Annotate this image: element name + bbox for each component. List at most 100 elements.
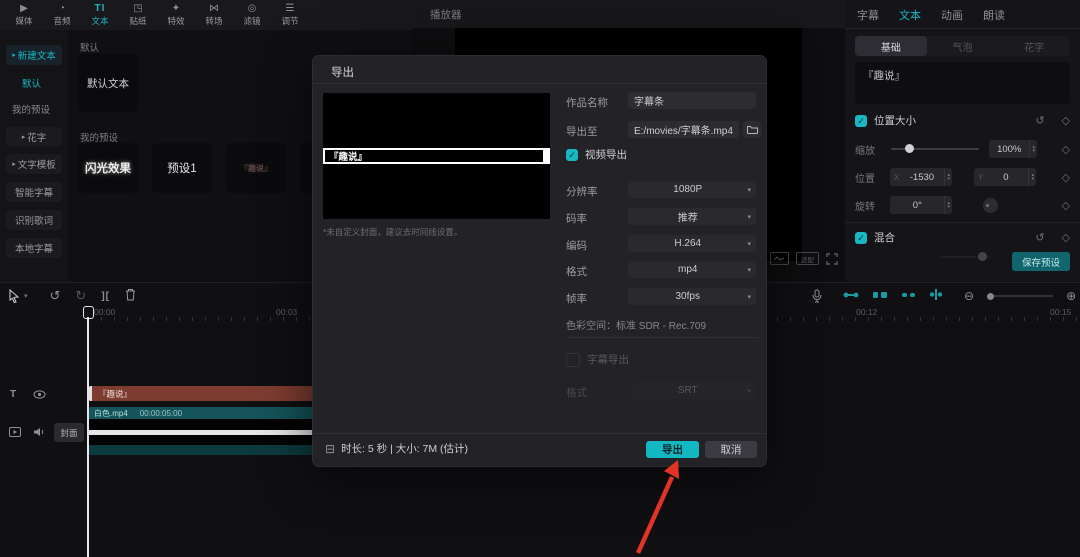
tab-audio-label: 音频 (53, 15, 70, 27)
cancel-button[interactable]: 取消 (705, 441, 757, 458)
chevron-down-icon: ▾ (747, 213, 756, 221)
keyframe-diamond-icon[interactable]: ◇ (1062, 171, 1070, 184)
sidebar-item-new-text[interactable]: ▸ 新建文本 (6, 45, 62, 65)
step-down-icon[interactable]: ▾ (947, 205, 950, 209)
cursor-select-icon[interactable] (8, 289, 21, 303)
tab-adjust[interactable]: ☰ 调节 (274, 3, 306, 27)
position-y-box[interactable]: Y 0 ▴▾ (974, 168, 1036, 186)
tab-text[interactable]: TI 文本 (84, 3, 116, 27)
y-stepper[interactable]: ▴▾ (1028, 168, 1036, 186)
browse-folder-button[interactable] (743, 121, 761, 138)
preset-card-qushuo[interactable]: 『趣说』 (226, 143, 286, 193)
sidebar-item-lyrics-recognition[interactable]: 识别歌词 (6, 210, 62, 230)
undo-icon[interactable]: ↺ (50, 288, 61, 304)
chevron-down-icon: ▾ (747, 387, 756, 395)
rotate-value-box[interactable]: 0° ▴▾ (890, 196, 952, 214)
tab-media[interactable]: ▶ 媒体 (8, 3, 40, 27)
tab-transition[interactable]: ⋈ 转场 (198, 3, 230, 27)
opacity-slider[interactable] (940, 256, 990, 258)
fullscreen-icon[interactable] (826, 253, 838, 265)
subtab-basic[interactable]: 基础 (855, 36, 927, 56)
step-down-icon[interactable]: ▾ (947, 177, 950, 181)
auto-snap-icon[interactable] (872, 290, 888, 303)
scale-value-box[interactable]: 100% ▴▾ (989, 140, 1037, 158)
timeline-zoom-out-icon[interactable]: ⊖ (964, 289, 974, 303)
linkage-icon[interactable] (901, 290, 916, 303)
reset-icon[interactable]: ↺ (1035, 114, 1044, 127)
video-export-checkbox[interactable]: ✓ (566, 149, 578, 161)
main-track-magnet-icon[interactable] (843, 290, 859, 303)
timeline-zoom-slider-handle[interactable] (987, 293, 994, 300)
position-size-checkbox[interactable]: ✓ (855, 115, 867, 127)
tab-audio[interactable]: ◔ 音频 (46, 3, 78, 27)
resolution-value: 1080P (628, 184, 747, 195)
filters-icon: ◎ (248, 3, 257, 14)
tab-reading[interactable]: 朗读 (983, 7, 1005, 23)
codec-dropdown[interactable]: H.264 ▾ (628, 235, 756, 252)
save-preset-button[interactable]: 保存预设 (1012, 252, 1070, 271)
tab-text-props[interactable]: 文本 (899, 7, 921, 23)
sidebar-item-my-presets[interactable]: 我的预设 (12, 102, 50, 116)
quality-badge-icon[interactable] (770, 252, 789, 265)
position-size-label: 位置大小 (874, 113, 916, 128)
mute-speaker-icon[interactable] (33, 427, 45, 437)
preview-axis-icon[interactable] (929, 289, 943, 303)
sidebar-item-default[interactable]: 默认 (22, 76, 41, 90)
timeline-zoom-in-icon[interactable]: ⊕ (1066, 289, 1076, 303)
reset-icon[interactable]: ↺ (1035, 231, 1044, 244)
keyframe-diamond-icon[interactable]: ◇ (1062, 114, 1070, 127)
text-clip-label: 『趣说』 (98, 388, 132, 400)
x-stepper[interactable]: ▴▾ (944, 168, 952, 186)
subtab-bubble[interactable]: 气泡 (927, 36, 999, 56)
preset-card-default-text[interactable]: 默认文本 (78, 54, 138, 112)
scale-slider-handle[interactable] (905, 144, 914, 153)
tab-subtitle[interactable]: 字幕 (857, 7, 879, 23)
delete-icon[interactable] (125, 288, 136, 304)
toggle-visibility-eye-icon[interactable] (33, 390, 46, 399)
format-dropdown[interactable]: mp4 ▾ (628, 261, 756, 278)
name-input[interactable]: 字幕条 (628, 92, 756, 109)
record-mic-icon[interactable] (812, 289, 822, 303)
cursor-mode-chevron-icon[interactable]: ▾ (24, 292, 28, 300)
timeline-zoom-slider[interactable] (987, 295, 1053, 297)
sidebar-item-smart-subtitle[interactable]: 智能字幕 (6, 182, 62, 202)
sidebar-item-huazi[interactable]: ▸ 花字 (6, 127, 62, 147)
tab-animation[interactable]: 动画 (941, 7, 963, 23)
preset-card-flash[interactable]: 闪光效果 (78, 143, 138, 193)
keyframe-diamond-icon[interactable]: ◇ (1062, 143, 1070, 156)
scale-stepper[interactable]: ▴▾ (1029, 140, 1037, 158)
keyframe-diamond-icon[interactable]: ◇ (1062, 199, 1070, 212)
text-content-input[interactable]: 『趣说』 (855, 62, 1070, 104)
redo-icon[interactable]: ↻ (75, 288, 86, 304)
tab-effects[interactable]: ✦ 特效 (160, 3, 192, 27)
rotate-dial[interactable] (983, 198, 998, 213)
split-icon[interactable]: ][ (101, 291, 110, 302)
position-label: 位置 (855, 170, 890, 185)
cover-button[interactable]: 封面 (54, 423, 84, 442)
tab-sticker[interactable]: ◳ 贴纸 (122, 3, 154, 27)
chevron-down-icon: ▾ (747, 293, 756, 301)
resolution-dropdown[interactable]: 1080P ▾ (628, 181, 756, 198)
export-info-text: 时长: 5 秒 | 大小: 7M (估计) (341, 441, 468, 456)
opacity-slider-handle[interactable] (978, 252, 987, 261)
subtab-huazi[interactable]: 花字 (998, 36, 1070, 56)
keyframe-diamond-icon[interactable]: ◇ (1062, 231, 1070, 244)
blend-checkbox[interactable]: ✓ (855, 232, 867, 244)
bitrate-dropdown[interactable]: 推荐 ▾ (628, 208, 756, 225)
clip-trim-handle-left[interactable] (88, 386, 92, 401)
sidebar-item-text-template[interactable]: ▸ 文字模板 (6, 154, 62, 174)
step-down-icon[interactable]: ▾ (1031, 177, 1034, 181)
path-input[interactable]: E:/movies/字幕条.mp4 (628, 121, 739, 138)
tab-filters[interactable]: ◎ 滤镜 (236, 3, 268, 27)
style-subtabs: 基础 气泡 花字 (855, 36, 1070, 56)
framerate-dropdown[interactable]: 30fps ▾ (628, 288, 756, 305)
preset-card-preset1[interactable]: 预设1 (152, 143, 212, 193)
sidebar-item-local-subtitle[interactable]: 本地字幕 (6, 238, 62, 258)
scale-slider[interactable] (891, 148, 979, 150)
playhead-line[interactable] (87, 317, 89, 557)
step-down-icon[interactable]: ▾ (1032, 149, 1035, 153)
fit-button[interactable]: 适配 (796, 252, 819, 265)
position-x-box[interactable]: X -1530 ▴▾ (890, 168, 952, 186)
rotate-stepper[interactable]: ▴▾ (944, 196, 952, 214)
subtitle-export-checkbox[interactable] (566, 353, 580, 367)
